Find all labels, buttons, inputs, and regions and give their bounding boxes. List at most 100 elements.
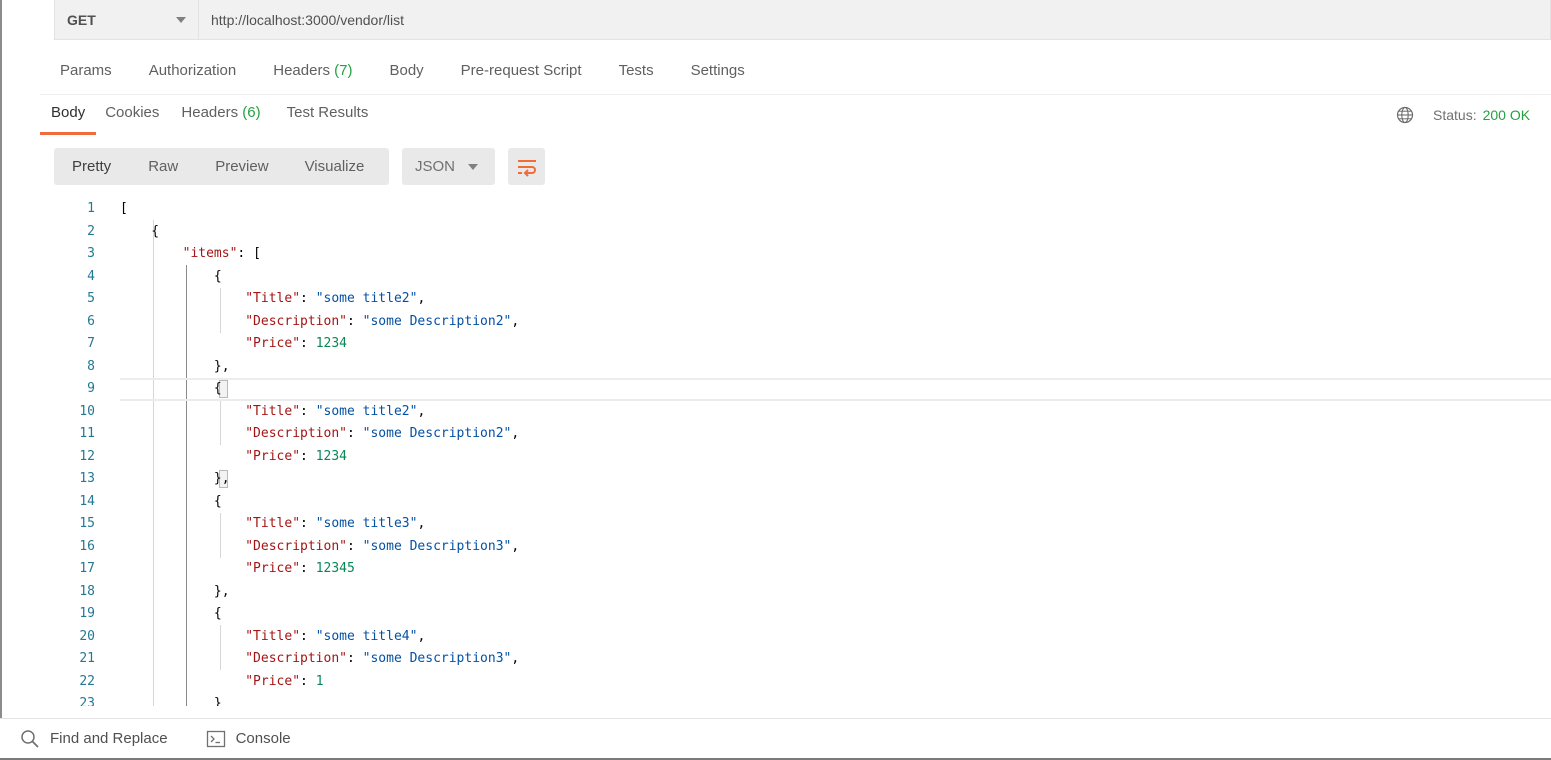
code-line: 22 "Price": 1	[40, 671, 1551, 694]
line-number: 4	[87, 268, 95, 284]
line-number: 19	[79, 606, 95, 621]
code-line: 13 },	[40, 468, 1551, 491]
wrap-lines-icon	[517, 159, 536, 177]
line-number: 3	[87, 246, 95, 261]
code-token: "Price"	[245, 336, 301, 351]
code-token: :	[300, 673, 316, 689]
code-token: ,	[511, 651, 520, 666]
code-text: "Title": "some title2",	[120, 288, 425, 311]
code-token: "some title2"	[315, 403, 418, 419]
code-token: :	[300, 403, 316, 419]
code-text: "Description": "some Description3",	[120, 648, 519, 671]
request-bar: GET http://localhost:3000/vendor/list	[54, 0, 1551, 40]
code-token: "Title"	[245, 516, 301, 531]
code-text: "Price": 1234	[120, 333, 347, 356]
chevron-down-icon	[468, 163, 478, 170]
globe-icon[interactable]	[1396, 106, 1414, 124]
code-token: ,	[417, 403, 426, 419]
code-token: :	[300, 291, 316, 306]
tab-params[interactable]: Params	[60, 62, 112, 79]
code-token: "Price"	[245, 448, 301, 464]
tab-response-body[interactable]: Body	[40, 97, 97, 135]
line-number: 13	[79, 471, 95, 486]
line-number: 6	[87, 313, 95, 329]
code-token: :	[300, 516, 316, 531]
tab-response-headers[interactable]: Headers (6)	[170, 97, 271, 135]
view-visualize-button[interactable]: Visualize	[287, 148, 383, 185]
response-body-editor[interactable]: 1[2 {3 "items": [4 {5 "Title": "some tit…	[40, 198, 1551, 706]
line-number: 18	[79, 583, 95, 599]
code-token: ,	[511, 313, 520, 329]
tab-pre-request-script[interactable]: Pre-request Script	[461, 62, 582, 79]
tab-headers[interactable]: Headers (7)	[273, 62, 352, 79]
line-number: 1	[87, 201, 95, 216]
view-pretty-button[interactable]: Pretty	[54, 148, 129, 185]
tab-tests[interactable]: Tests	[619, 62, 654, 79]
code-line: 3 "items": [	[40, 243, 1551, 266]
find-replace-label: Find and Replace	[50, 730, 168, 747]
tab-cookies[interactable]: Cookies	[96, 97, 170, 135]
code-text: "Title": "some title3",	[120, 513, 425, 536]
code-line: 14 {	[40, 491, 1551, 514]
tab-label: Test Results	[286, 104, 369, 121]
code-text: {	[120, 603, 222, 626]
code-token: :	[300, 628, 316, 644]
line-number: 10	[79, 403, 95, 419]
status-badge: 200 OK	[1482, 107, 1531, 123]
code-token: :	[346, 313, 363, 329]
console-button[interactable]: Console	[206, 729, 291, 749]
url-input[interactable]: http://localhost:3000/vendor/list	[199, 0, 1550, 39]
tab-label: Params	[60, 62, 112, 79]
code-line: 20 "Title": "some title4",	[40, 626, 1551, 649]
code-token: "items"	[182, 246, 238, 261]
code-token: 1234	[315, 336, 347, 351]
line-number: 16	[79, 538, 95, 554]
code-text: "Price": 1234	[120, 446, 347, 469]
code-token: :	[346, 651, 363, 666]
code-line: 6 "Description": "some Description2",	[40, 311, 1551, 334]
code-token: ,	[417, 291, 426, 306]
code-token: "some Description2"	[362, 426, 512, 441]
code-token: ,	[417, 628, 426, 644]
code-token: :	[346, 538, 363, 554]
tab-authorization[interactable]: Authorization	[149, 62, 237, 79]
tab-body[interactable]: Body	[389, 62, 423, 79]
code-token: :	[346, 426, 363, 441]
chevron-down-icon	[176, 16, 186, 23]
view-mode-group: Pretty Raw Preview Visualize	[54, 148, 389, 185]
code-line: 11 "Description": "some Description2",	[40, 423, 1551, 446]
wrap-lines-button[interactable]	[508, 148, 545, 185]
tab-settings[interactable]: Settings	[691, 62, 745, 79]
code-token: :	[300, 561, 316, 576]
find-replace-button[interactable]: Find and Replace	[20, 729, 168, 749]
format-select[interactable]: JSON	[402, 148, 495, 185]
code-line: 8 },	[40, 356, 1551, 379]
code-text: {	[120, 266, 222, 289]
view-preview-button[interactable]: Preview	[197, 148, 286, 185]
code-line: 10 "Title": "some title2",	[40, 401, 1551, 424]
line-number: 14	[79, 493, 95, 509]
tab-label: Settings	[690, 62, 745, 79]
line-number: 21	[79, 651, 95, 666]
line-number: 23	[79, 696, 95, 706]
tab-test-results[interactable]: Test Results	[272, 97, 380, 135]
view-raw-button[interactable]: Raw	[129, 148, 197, 185]
code-token: {	[120, 268, 222, 284]
code-text: "Price": 1	[120, 671, 323, 694]
line-number: 12	[79, 448, 95, 464]
method-select[interactable]: GET	[55, 0, 199, 39]
format-label: JSON	[415, 158, 456, 175]
code-text: }	[120, 693, 222, 706]
code-token: {	[120, 606, 222, 621]
search-icon	[21, 729, 39, 748]
tab-label: Headers	[273, 62, 330, 79]
